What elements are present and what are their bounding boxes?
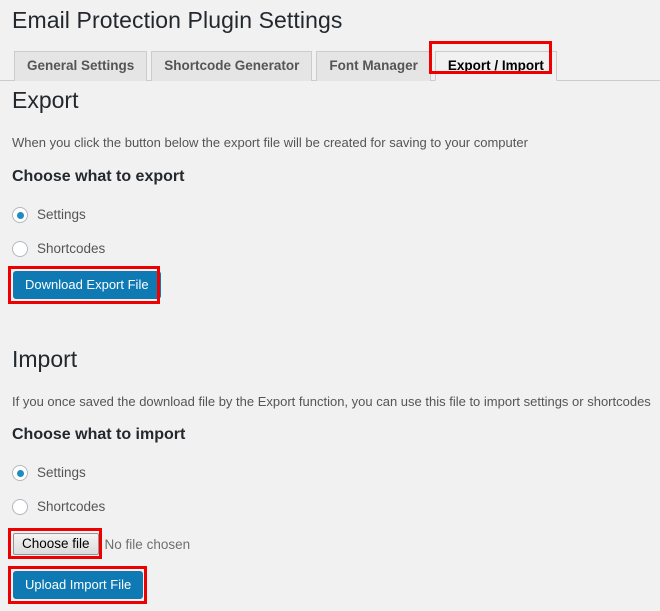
- tab-shortcode-generator[interactable]: Shortcode Generator: [151, 51, 313, 81]
- import-description-wrap: If you once saved the download file by t…: [12, 392, 658, 412]
- export-section: Export: [12, 86, 78, 115]
- download-export-file-button-wrap: Download Export File: [13, 271, 161, 299]
- radio-import-settings[interactable]: [12, 465, 28, 481]
- radio-import-shortcodes-label: Shortcodes: [37, 499, 106, 514]
- import-option-settings[interactable]: Settings: [12, 463, 86, 483]
- radio-export-settings-label: Settings: [37, 207, 86, 222]
- file-chosen-status: No file chosen: [104, 536, 191, 552]
- tab-font-manager[interactable]: Font Manager: [316, 51, 431, 81]
- radio-export-shortcodes[interactable]: [12, 241, 28, 257]
- radio-import-shortcodes[interactable]: [12, 499, 28, 515]
- export-option-settings[interactable]: Settings: [12, 205, 86, 225]
- radio-import-settings-label: Settings: [37, 465, 86, 480]
- radio-export-settings[interactable]: [12, 207, 28, 223]
- export-description: When you click the button below the expo…: [12, 135, 528, 150]
- upload-import-file-button-wrap: Upload Import File: [13, 571, 144, 599]
- import-section: Import: [12, 345, 77, 374]
- choose-file-button[interactable]: Choose file: [13, 533, 99, 555]
- radio-export-shortcodes-label: Shortcodes: [37, 241, 106, 256]
- import-subheading-wrap: Choose what to import: [12, 425, 185, 445]
- import-subheading: Choose what to import: [12, 426, 186, 443]
- export-heading: Export: [12, 87, 79, 113]
- tab-bar: General Settings Shortcode Generator Fon…: [0, 49, 660, 81]
- import-file-input[interactable]: Choose file No file chosen: [13, 532, 190, 556]
- export-subheading-wrap: Choose what to export: [12, 167, 184, 187]
- import-option-shortcodes[interactable]: Shortcodes: [12, 497, 105, 517]
- import-description: If you once saved the download file by t…: [12, 394, 651, 409]
- import-heading: Import: [12, 346, 78, 372]
- download-export-file-button[interactable]: Download Export File: [13, 271, 161, 299]
- export-option-shortcodes[interactable]: Shortcodes: [12, 239, 105, 259]
- tab-general-settings[interactable]: General Settings: [14, 51, 148, 81]
- page-title: Email Protection Plugin Settings: [12, 7, 343, 33]
- export-subheading: Choose what to export: [12, 168, 185, 185]
- export-description-wrap: When you click the button below the expo…: [12, 133, 652, 153]
- tab-export-import[interactable]: Export / Import: [434, 51, 557, 81]
- upload-import-file-button[interactable]: Upload Import File: [13, 571, 144, 599]
